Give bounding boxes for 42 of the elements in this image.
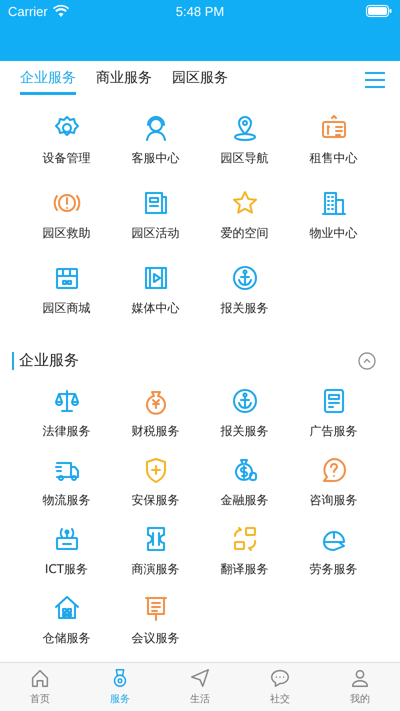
chat-bubble-icon: [269, 667, 291, 690]
service-item[interactable]: 商演服务: [111, 524, 200, 593]
nav-tab[interactable]: 首页: [0, 662, 80, 711]
category-tab[interactable]: 园区服务: [172, 69, 228, 96]
service-item[interactable]: 广告服务: [289, 386, 378, 455]
battery-icon: [366, 5, 392, 17]
service-item[interactable]: 园区商城: [22, 262, 111, 338]
service-item[interactable]: 客服中心: [111, 112, 200, 188]
service-item[interactable]: 物流服务: [22, 454, 111, 524]
home-icon: [29, 667, 51, 690]
section-title: 企业服务: [19, 351, 79, 370]
category-tab[interactable]: 商业服务: [96, 69, 152, 96]
service-item[interactable]: 物业中心: [289, 188, 378, 263]
service-item[interactable]: 园区活动: [111, 188, 200, 263]
service-item[interactable]: 翻译服务: [200, 524, 289, 593]
nav-tab[interactable]: 社交: [240, 662, 320, 711]
wifi-icon: [52, 5, 69, 17]
nav-tab[interactable]: 我的: [320, 662, 400, 711]
paper-plane-icon: [189, 667, 211, 690]
person-icon: [349, 667, 371, 690]
nav-tab[interactable]: 生活: [160, 662, 240, 711]
service-item[interactable]: 金融服务: [200, 454, 289, 524]
carrier-name: Carrier: [8, 4, 48, 18]
service-item[interactable]: 劳务服务: [289, 524, 378, 593]
service-item[interactable]: 仓储服务: [22, 592, 111, 662]
service-item[interactable]: 租售中心: [289, 112, 378, 188]
service-item[interactable]: 园区导航: [200, 112, 289, 188]
service-item[interactable]: ICT服务: [22, 524, 111, 593]
service-item[interactable]: 媒体中心: [111, 262, 200, 338]
menu-icon[interactable]: [364, 71, 386, 90]
status-time: 5:48 PM: [176, 4, 224, 18]
service-item[interactable]: 园区救助: [22, 188, 111, 263]
collapse-toggle[interactable]: [358, 352, 376, 370]
service-item[interactable]: 法律服务: [22, 386, 111, 455]
service-item[interactable]: 安保服务: [111, 454, 200, 524]
service-item[interactable]: 报关服务: [200, 386, 289, 455]
service-item[interactable]: 设备管理: [22, 112, 111, 188]
service-item[interactable]: 财税服务: [111, 386, 200, 455]
service-item[interactable]: 会议服务: [111, 592, 200, 662]
service-item[interactable]: 报关服务: [200, 262, 289, 338]
service-item[interactable]: 爱的空间: [200, 188, 289, 263]
service-item[interactable]: 咨询服务: [289, 454, 378, 524]
